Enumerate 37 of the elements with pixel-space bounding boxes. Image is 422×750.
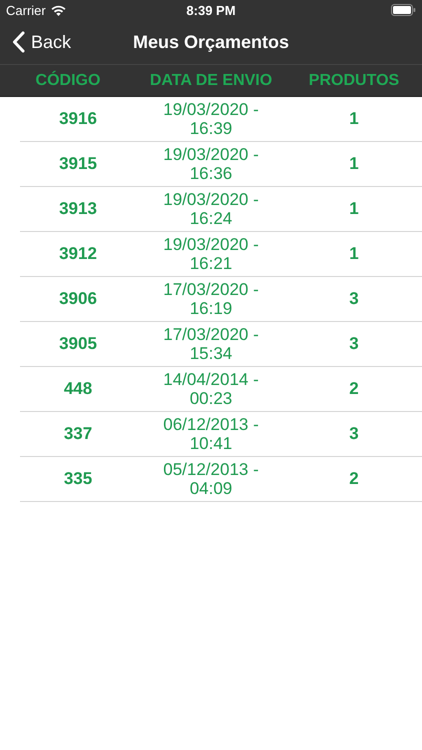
code-cell: 335 — [64, 469, 92, 489]
date-cell-text: 06/12/2013 - 10:41 — [162, 415, 260, 453]
code-cell: 448 — [64, 379, 92, 399]
date-cell-text: 05/12/2013 - 04:09 — [162, 460, 260, 498]
products-cell: 1 — [349, 244, 359, 264]
date-cell-text: 17/03/2020 - 15:34 — [162, 325, 260, 363]
date-cell-text: 14/04/2014 - 00:23 — [162, 370, 260, 408]
date-cell-text: 19/03/2020 - 16:39 — [162, 100, 260, 138]
products-cell: 2 — [349, 469, 359, 489]
column-header: PRODUTOS — [308, 72, 400, 90]
back-button[interactable]: Back — [0, 20, 72, 64]
products-cell: 3 — [349, 424, 359, 444]
products-cell: 1 — [349, 109, 359, 129]
date-cell-text: 17/03/2020 - 16:19 — [162, 280, 260, 318]
chevron-left-icon — [12, 31, 25, 53]
date-cell-text: 19/03/2020 - 16:24 — [162, 190, 260, 228]
date-cell-text: 19/03/2020 - 16:36 — [162, 145, 260, 183]
products-cell: 1 — [349, 199, 359, 219]
code-cell: 337 — [64, 424, 92, 444]
code-cell: 3916 — [59, 109, 97, 129]
carrier-label: Carrier — [6, 2, 46, 18]
products-cell: 2 — [349, 379, 359, 399]
date-cell-text: 19/03/2020 - 16:21 — [162, 235, 260, 273]
screen-title: Meus Orçamentos — [132, 32, 290, 52]
column-header: CÓDIGO — [36, 72, 100, 90]
code-cell: 3915 — [59, 154, 97, 174]
column-header: DATA DE ENVIO — [150, 72, 272, 90]
products-cell: 1 — [349, 154, 359, 174]
code-cell: 3912 — [59, 244, 97, 264]
battery-icon — [390, 4, 416, 16]
wifi-icon — [50, 4, 66, 16]
code-cell: 3906 — [59, 289, 97, 309]
clock-label: 8:39 PM — [186, 2, 236, 18]
products-cell: 3 — [349, 334, 359, 354]
code-cell: 3913 — [59, 199, 97, 219]
products-cell: 3 — [349, 289, 359, 309]
code-cell: 3905 — [59, 334, 97, 354]
